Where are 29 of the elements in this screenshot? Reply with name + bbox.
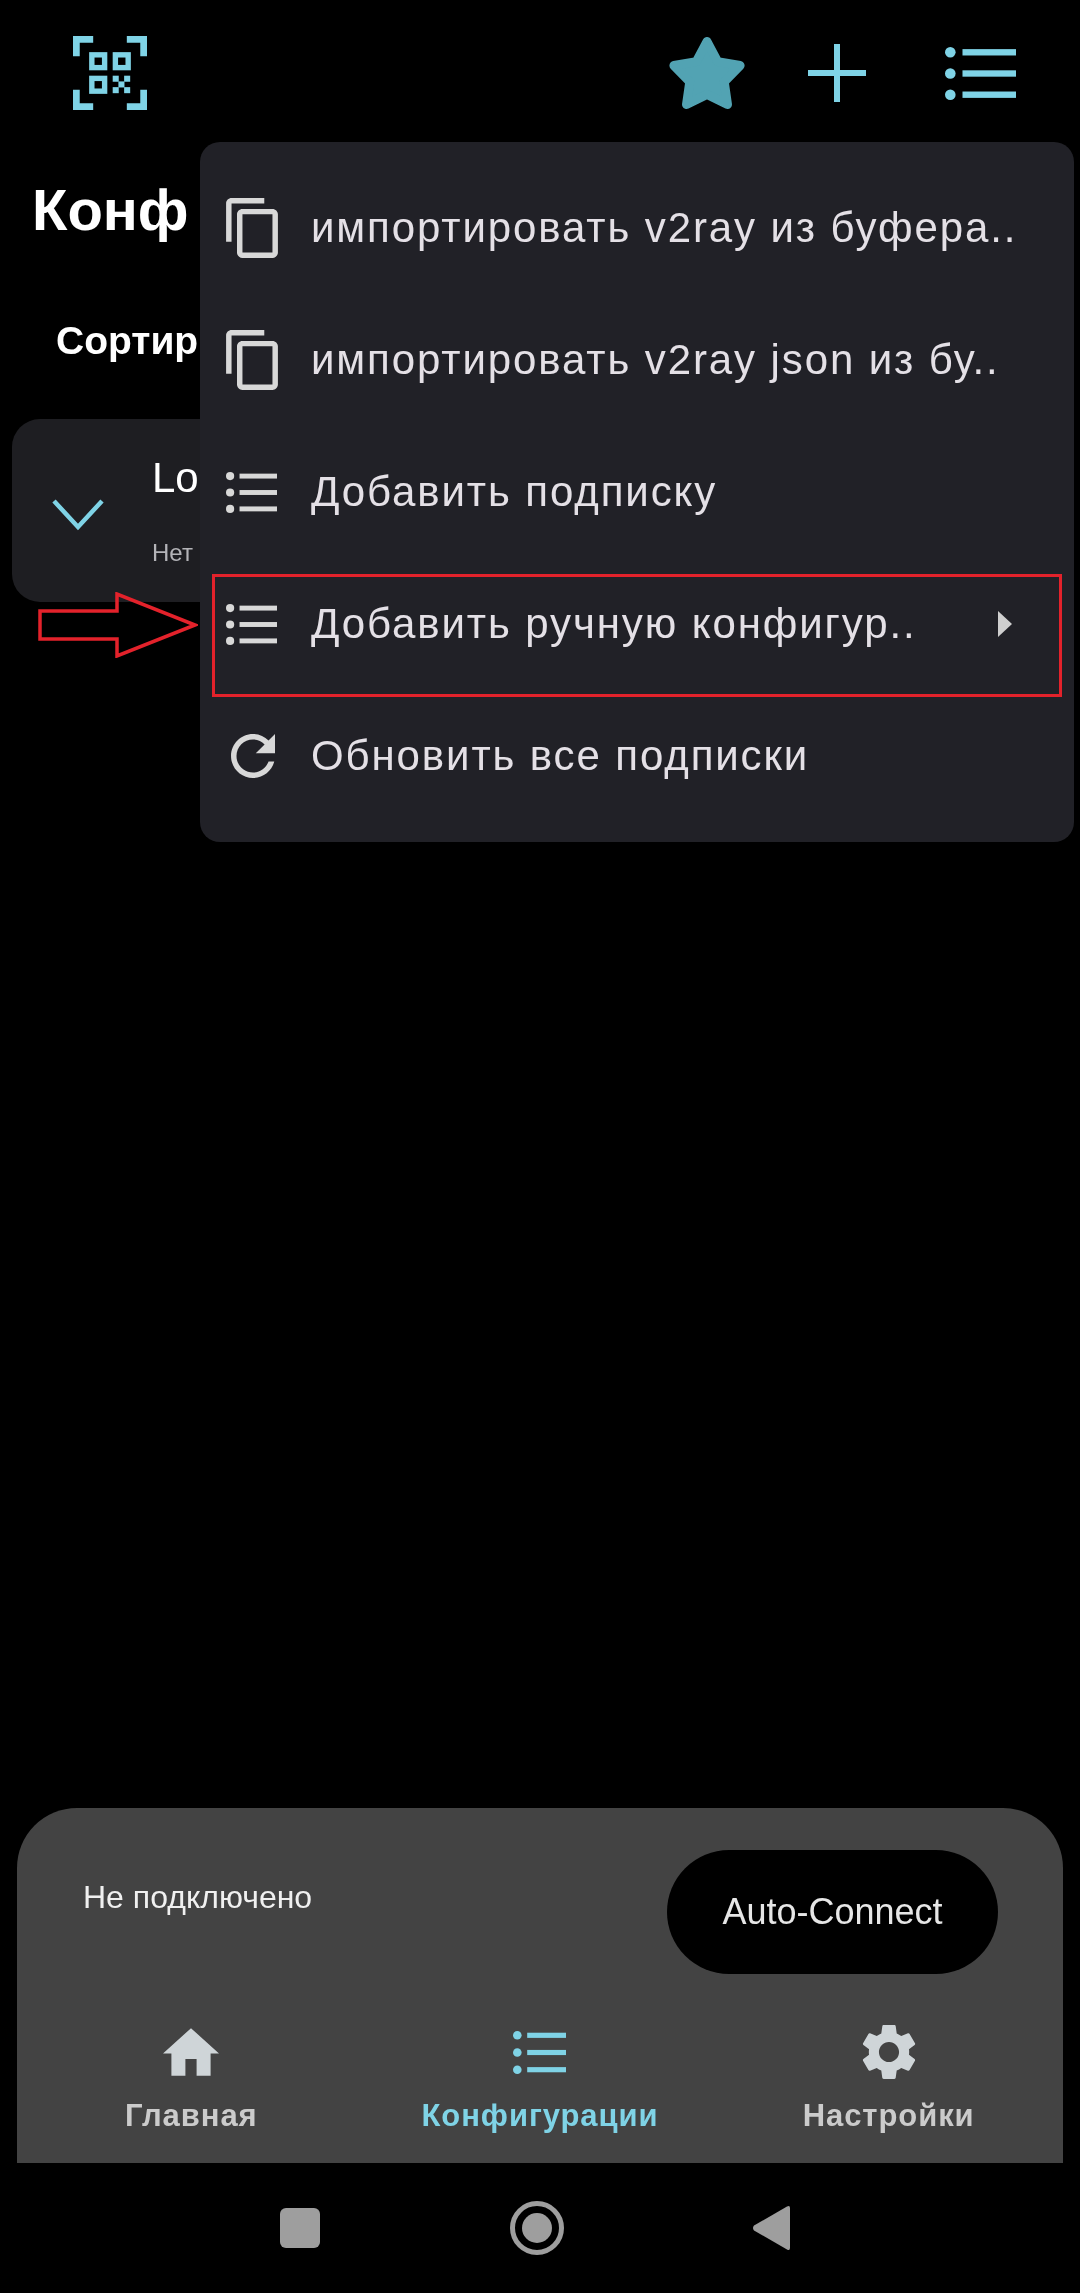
list-icon[interactable] [945, 46, 1016, 100]
caret-right-icon [998, 611, 1012, 637]
auto-connect-button[interactable]: Auto-Connect [667, 1850, 998, 1974]
config-name: Lo [152, 457, 199, 499]
menu-item[interactable]: Добавить подписку [200, 426, 1074, 558]
list-icon [226, 603, 277, 645]
nav-tab[interactable]: Главная [125, 2027, 258, 2131]
back-icon[interactable] [752, 2205, 790, 2251]
settings-icon [861, 2024, 916, 2080]
chevron-down-icon[interactable] [52, 499, 104, 531]
menu-item[interactable]: Добавить ручную конфигур.. [200, 558, 1074, 690]
add-icon[interactable] [808, 44, 866, 102]
menu-item[interactable]: Обновить все подписки [200, 690, 1074, 822]
list-icon [513, 2030, 567, 2074]
star-icon[interactable] [669, 37, 745, 109]
config-subtitle: Нет [152, 541, 194, 565]
menu-item[interactable]: импортировать v2ray из буфера.. [200, 162, 1074, 294]
copy-icon [226, 198, 278, 258]
menu-item[interactable]: импортировать v2ray json из бу.. [200, 294, 1074, 426]
list-icon [226, 471, 277, 513]
nav-tab[interactable]: Конфигурации [421, 2027, 659, 2131]
nav-tab[interactable]: Настройки [802, 2027, 975, 2131]
refresh-icon [231, 734, 275, 778]
status-text: Не подключено [83, 1881, 313, 1913]
home-icon [163, 2028, 220, 2076]
sort-label: Сортир [56, 320, 199, 360]
qr-scan-icon[interactable] [72, 36, 148, 110]
circle-icon[interactable] [510, 2201, 564, 2255]
copy-icon [226, 330, 278, 390]
